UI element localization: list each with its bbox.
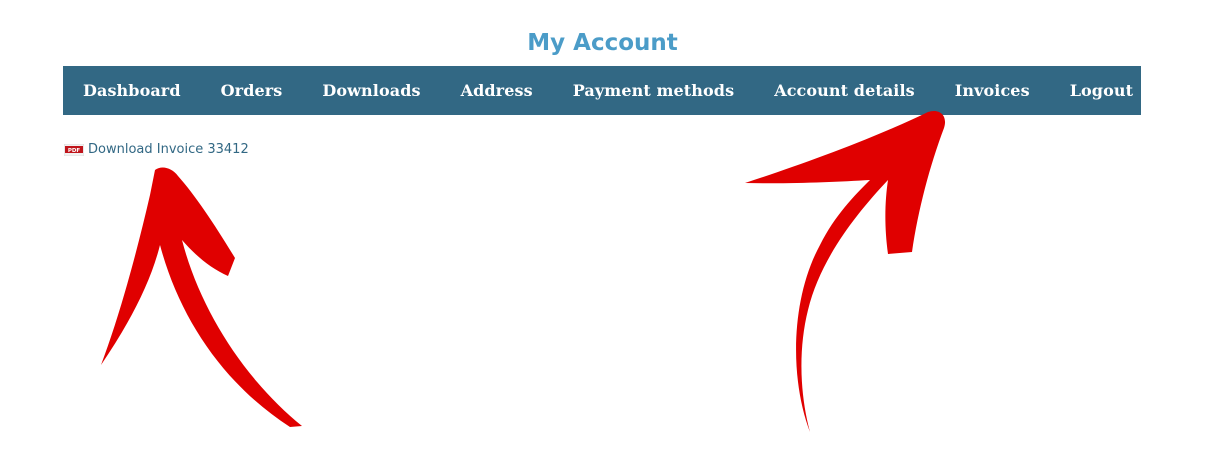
invoice-download-row: PDF Download Invoice 33412 bbox=[63, 141, 249, 157]
nav-item-address[interactable]: Address bbox=[461, 81, 533, 100]
nav-item-logout[interactable]: Logout bbox=[1070, 81, 1133, 100]
nav-item-downloads[interactable]: Downloads bbox=[322, 81, 420, 100]
nav-item-account-details[interactable]: Account details bbox=[774, 81, 915, 100]
nav-item-dashboard[interactable]: Dashboard bbox=[83, 81, 181, 100]
account-nav: Dashboard Orders Downloads Address Payme… bbox=[63, 66, 1141, 115]
page: My Account Dashboard Orders Downloads Ad… bbox=[0, 0, 1225, 461]
page-title: My Account bbox=[527, 30, 678, 56]
nav-item-orders[interactable]: Orders bbox=[221, 81, 283, 100]
svg-text:PDF: PDF bbox=[68, 148, 81, 154]
nav-item-invoices[interactable]: Invoices bbox=[955, 81, 1030, 100]
pdf-icon[interactable]: PDF bbox=[63, 141, 85, 156]
download-invoice-link[interactable]: Download Invoice 33412 bbox=[88, 142, 249, 157]
nav-item-payment-methods[interactable]: Payment methods bbox=[573, 81, 734, 100]
